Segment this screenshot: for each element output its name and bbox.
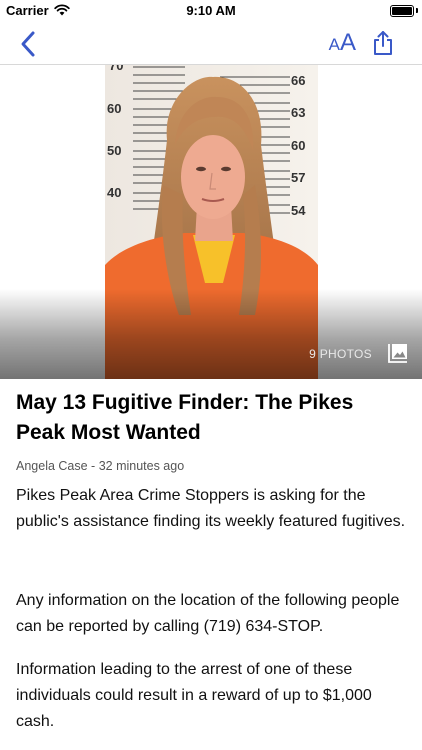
height-label-54: 54 (291, 203, 306, 218)
photo-gallery-icon[interactable] (386, 343, 408, 365)
article-paragraph: Pikes Peak Area Crime Stoppers is asking… (16, 487, 406, 530)
photo-count-label: 9 PHOTOS (309, 347, 372, 361)
font-small-glyph: A (328, 35, 340, 54)
hero-gradient-overlay (0, 289, 422, 379)
share-icon[interactable] (372, 30, 394, 56)
article-headline: May 13 Fugitive Finder: The Pikes Peak M… (16, 391, 354, 444)
publish-timestamp: 32 minutes ago (98, 459, 185, 473)
article-paragraph: Information leading to the arrest of one… (16, 661, 372, 730)
author-name[interactable]: Angela Case (16, 459, 88, 473)
clock-time: 9:10 AM (186, 3, 236, 18)
height-label-50: 50 (107, 143, 121, 158)
height-label-66: 66 (291, 73, 305, 88)
height-label-70: 70 (109, 65, 123, 73)
height-label-60-right: 60 (291, 138, 305, 153)
back-chevron-icon[interactable] (16, 30, 40, 58)
article-paragraph: Any information on the location of the f… (16, 592, 400, 635)
height-label-60-left: 60 (107, 101, 121, 116)
hero-image[interactable]: 70 60 50 40 66 63 60 57 54 9 PHOTOS (0, 65, 422, 379)
height-label-63: 63 (291, 105, 305, 120)
byline: Angela Case - 32 minutes ago (16, 459, 184, 473)
font-large-glyph: A (339, 29, 356, 56)
battery-icon (390, 5, 414, 17)
nav-bar: AA (0, 22, 422, 65)
status-bar: Carrier 9:10 AM (0, 0, 422, 22)
battery-tip (416, 8, 418, 13)
height-label-40: 40 (107, 185, 121, 200)
byline-separator: - (87, 459, 99, 473)
height-label-57: 57 (291, 170, 305, 185)
font-size-button[interactable]: AA (329, 28, 356, 61)
